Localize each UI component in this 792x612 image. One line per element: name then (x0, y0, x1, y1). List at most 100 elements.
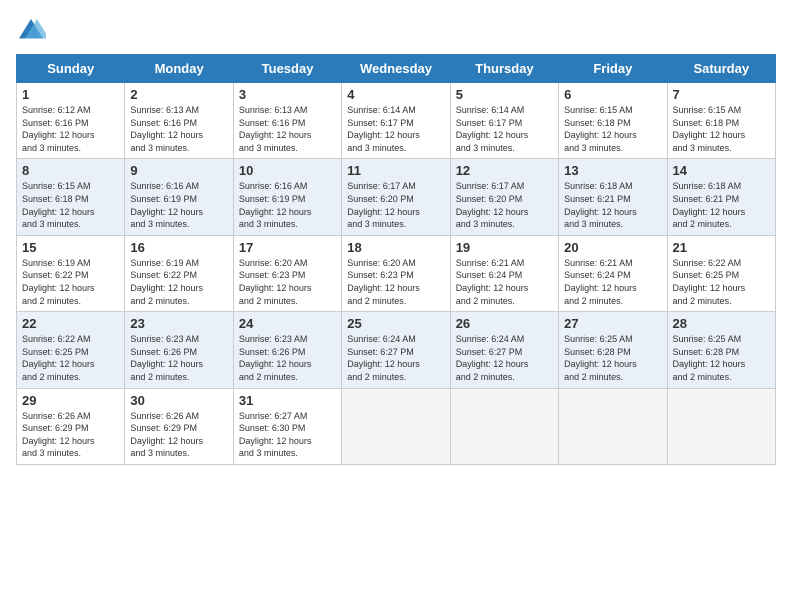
sunset-label: Sunset: 6:17 PM (456, 118, 523, 128)
day-number: 21 (673, 240, 770, 255)
sunrise-label: Sunrise: 6:19 AM (130, 258, 199, 268)
calendar-cell: 13 Sunrise: 6:18 AM Sunset: 6:21 PM Dayl… (559, 159, 667, 235)
calendar-cell: 24 Sunrise: 6:23 AM Sunset: 6:26 PM Dayl… (233, 312, 341, 388)
day-header-friday: Friday (559, 55, 667, 83)
daylight-minutes: and 3 minutes. (22, 143, 81, 153)
daylight-minutes: and 2 minutes. (239, 372, 298, 382)
daylight-minutes: and 2 minutes. (347, 296, 406, 306)
sunset-label: Sunset: 6:24 PM (456, 270, 523, 280)
day-number: 22 (22, 316, 119, 331)
calendar-cell: 29 Sunrise: 6:26 AM Sunset: 6:29 PM Dayl… (17, 388, 125, 464)
day-info: Sunrise: 6:14 AM Sunset: 6:17 PM Dayligh… (456, 104, 553, 154)
logo (16, 16, 50, 46)
sunset-label: Sunset: 6:28 PM (564, 347, 631, 357)
calendar-cell: 6 Sunrise: 6:15 AM Sunset: 6:18 PM Dayli… (559, 83, 667, 159)
calendar-cell: 14 Sunrise: 6:18 AM Sunset: 6:21 PM Dayl… (667, 159, 775, 235)
daylight-label: Daylight: 12 hours (564, 207, 637, 217)
sunset-label: Sunset: 6:16 PM (130, 118, 197, 128)
sunrise-label: Sunrise: 6:16 AM (239, 181, 308, 191)
day-number: 19 (456, 240, 553, 255)
daylight-label: Daylight: 12 hours (456, 130, 529, 140)
daylight-label: Daylight: 12 hours (673, 359, 746, 369)
daylight-minutes: and 3 minutes. (456, 219, 515, 229)
calendar-week-row: 1 Sunrise: 6:12 AM Sunset: 6:16 PM Dayli… (17, 83, 776, 159)
day-header-saturday: Saturday (667, 55, 775, 83)
day-info: Sunrise: 6:20 AM Sunset: 6:23 PM Dayligh… (239, 257, 336, 307)
calendar-cell: 16 Sunrise: 6:19 AM Sunset: 6:22 PM Dayl… (125, 235, 233, 311)
day-number: 13 (564, 163, 661, 178)
daylight-label: Daylight: 12 hours (456, 283, 529, 293)
calendar-week-row: 8 Sunrise: 6:15 AM Sunset: 6:18 PM Dayli… (17, 159, 776, 235)
calendar-cell: 8 Sunrise: 6:15 AM Sunset: 6:18 PM Dayli… (17, 159, 125, 235)
calendar-cell: 18 Sunrise: 6:20 AM Sunset: 6:23 PM Dayl… (342, 235, 450, 311)
day-info: Sunrise: 6:22 AM Sunset: 6:25 PM Dayligh… (22, 333, 119, 383)
day-number: 2 (130, 87, 227, 102)
daylight-minutes: and 2 minutes. (456, 372, 515, 382)
daylight-label: Daylight: 12 hours (239, 436, 312, 446)
sunrise-label: Sunrise: 6:27 AM (239, 411, 308, 421)
day-number: 3 (239, 87, 336, 102)
day-info: Sunrise: 6:18 AM Sunset: 6:21 PM Dayligh… (673, 180, 770, 230)
calendar-cell: 12 Sunrise: 6:17 AM Sunset: 6:20 PM Dayl… (450, 159, 558, 235)
calendar-header-row: SundayMondayTuesdayWednesdayThursdayFrid… (17, 55, 776, 83)
sunrise-label: Sunrise: 6:16 AM (130, 181, 199, 191)
daylight-minutes: and 3 minutes. (347, 219, 406, 229)
day-number: 27 (564, 316, 661, 331)
sunset-label: Sunset: 6:26 PM (130, 347, 197, 357)
day-number: 8 (22, 163, 119, 178)
sunset-label: Sunset: 6:18 PM (564, 118, 631, 128)
daylight-label: Daylight: 12 hours (130, 359, 203, 369)
calendar-cell: 23 Sunrise: 6:23 AM Sunset: 6:26 PM Dayl… (125, 312, 233, 388)
sunrise-label: Sunrise: 6:22 AM (22, 334, 91, 344)
calendar-cell: 15 Sunrise: 6:19 AM Sunset: 6:22 PM Dayl… (17, 235, 125, 311)
daylight-label: Daylight: 12 hours (564, 359, 637, 369)
sunset-label: Sunset: 6:18 PM (22, 194, 89, 204)
day-number: 30 (130, 393, 227, 408)
day-info: Sunrise: 6:24 AM Sunset: 6:27 PM Dayligh… (456, 333, 553, 383)
day-number: 11 (347, 163, 444, 178)
daylight-minutes: and 3 minutes. (564, 219, 623, 229)
day-info: Sunrise: 6:26 AM Sunset: 6:29 PM Dayligh… (130, 410, 227, 460)
daylight-label: Daylight: 12 hours (564, 130, 637, 140)
day-info: Sunrise: 6:19 AM Sunset: 6:22 PM Dayligh… (22, 257, 119, 307)
daylight-label: Daylight: 12 hours (22, 130, 95, 140)
sunrise-label: Sunrise: 6:19 AM (22, 258, 91, 268)
day-info: Sunrise: 6:21 AM Sunset: 6:24 PM Dayligh… (456, 257, 553, 307)
daylight-label: Daylight: 12 hours (673, 207, 746, 217)
daylight-minutes: and 3 minutes. (130, 219, 189, 229)
calendar-cell: 1 Sunrise: 6:12 AM Sunset: 6:16 PM Dayli… (17, 83, 125, 159)
day-info: Sunrise: 6:22 AM Sunset: 6:25 PM Dayligh… (673, 257, 770, 307)
daylight-label: Daylight: 12 hours (130, 130, 203, 140)
sunrise-label: Sunrise: 6:15 AM (673, 105, 742, 115)
day-info: Sunrise: 6:21 AM Sunset: 6:24 PM Dayligh… (564, 257, 661, 307)
sunset-label: Sunset: 6:24 PM (564, 270, 631, 280)
day-number: 28 (673, 316, 770, 331)
sunset-label: Sunset: 6:17 PM (347, 118, 414, 128)
sunrise-label: Sunrise: 6:13 AM (130, 105, 199, 115)
day-info: Sunrise: 6:12 AM Sunset: 6:16 PM Dayligh… (22, 104, 119, 154)
daylight-minutes: and 2 minutes. (22, 296, 81, 306)
sunrise-label: Sunrise: 6:23 AM (239, 334, 308, 344)
day-info: Sunrise: 6:25 AM Sunset: 6:28 PM Dayligh… (673, 333, 770, 383)
calendar-cell: 22 Sunrise: 6:22 AM Sunset: 6:25 PM Dayl… (17, 312, 125, 388)
sunset-label: Sunset: 6:25 PM (673, 270, 740, 280)
sunset-label: Sunset: 6:19 PM (239, 194, 306, 204)
daylight-label: Daylight: 12 hours (22, 436, 95, 446)
day-number: 9 (130, 163, 227, 178)
calendar-cell: 30 Sunrise: 6:26 AM Sunset: 6:29 PM Dayl… (125, 388, 233, 464)
daylight-label: Daylight: 12 hours (456, 359, 529, 369)
day-info: Sunrise: 6:14 AM Sunset: 6:17 PM Dayligh… (347, 104, 444, 154)
calendar-cell: 10 Sunrise: 6:16 AM Sunset: 6:19 PM Dayl… (233, 159, 341, 235)
sunset-label: Sunset: 6:27 PM (456, 347, 523, 357)
day-info: Sunrise: 6:17 AM Sunset: 6:20 PM Dayligh… (456, 180, 553, 230)
daylight-minutes: and 3 minutes. (22, 219, 81, 229)
day-number: 12 (456, 163, 553, 178)
calendar-cell: 19 Sunrise: 6:21 AM Sunset: 6:24 PM Dayl… (450, 235, 558, 311)
daylight-minutes: and 2 minutes. (564, 296, 623, 306)
calendar-cell: 26 Sunrise: 6:24 AM Sunset: 6:27 PM Dayl… (450, 312, 558, 388)
day-info: Sunrise: 6:20 AM Sunset: 6:23 PM Dayligh… (347, 257, 444, 307)
logo-icon (16, 16, 46, 46)
day-number: 25 (347, 316, 444, 331)
daylight-label: Daylight: 12 hours (456, 207, 529, 217)
daylight-minutes: and 3 minutes. (239, 143, 298, 153)
